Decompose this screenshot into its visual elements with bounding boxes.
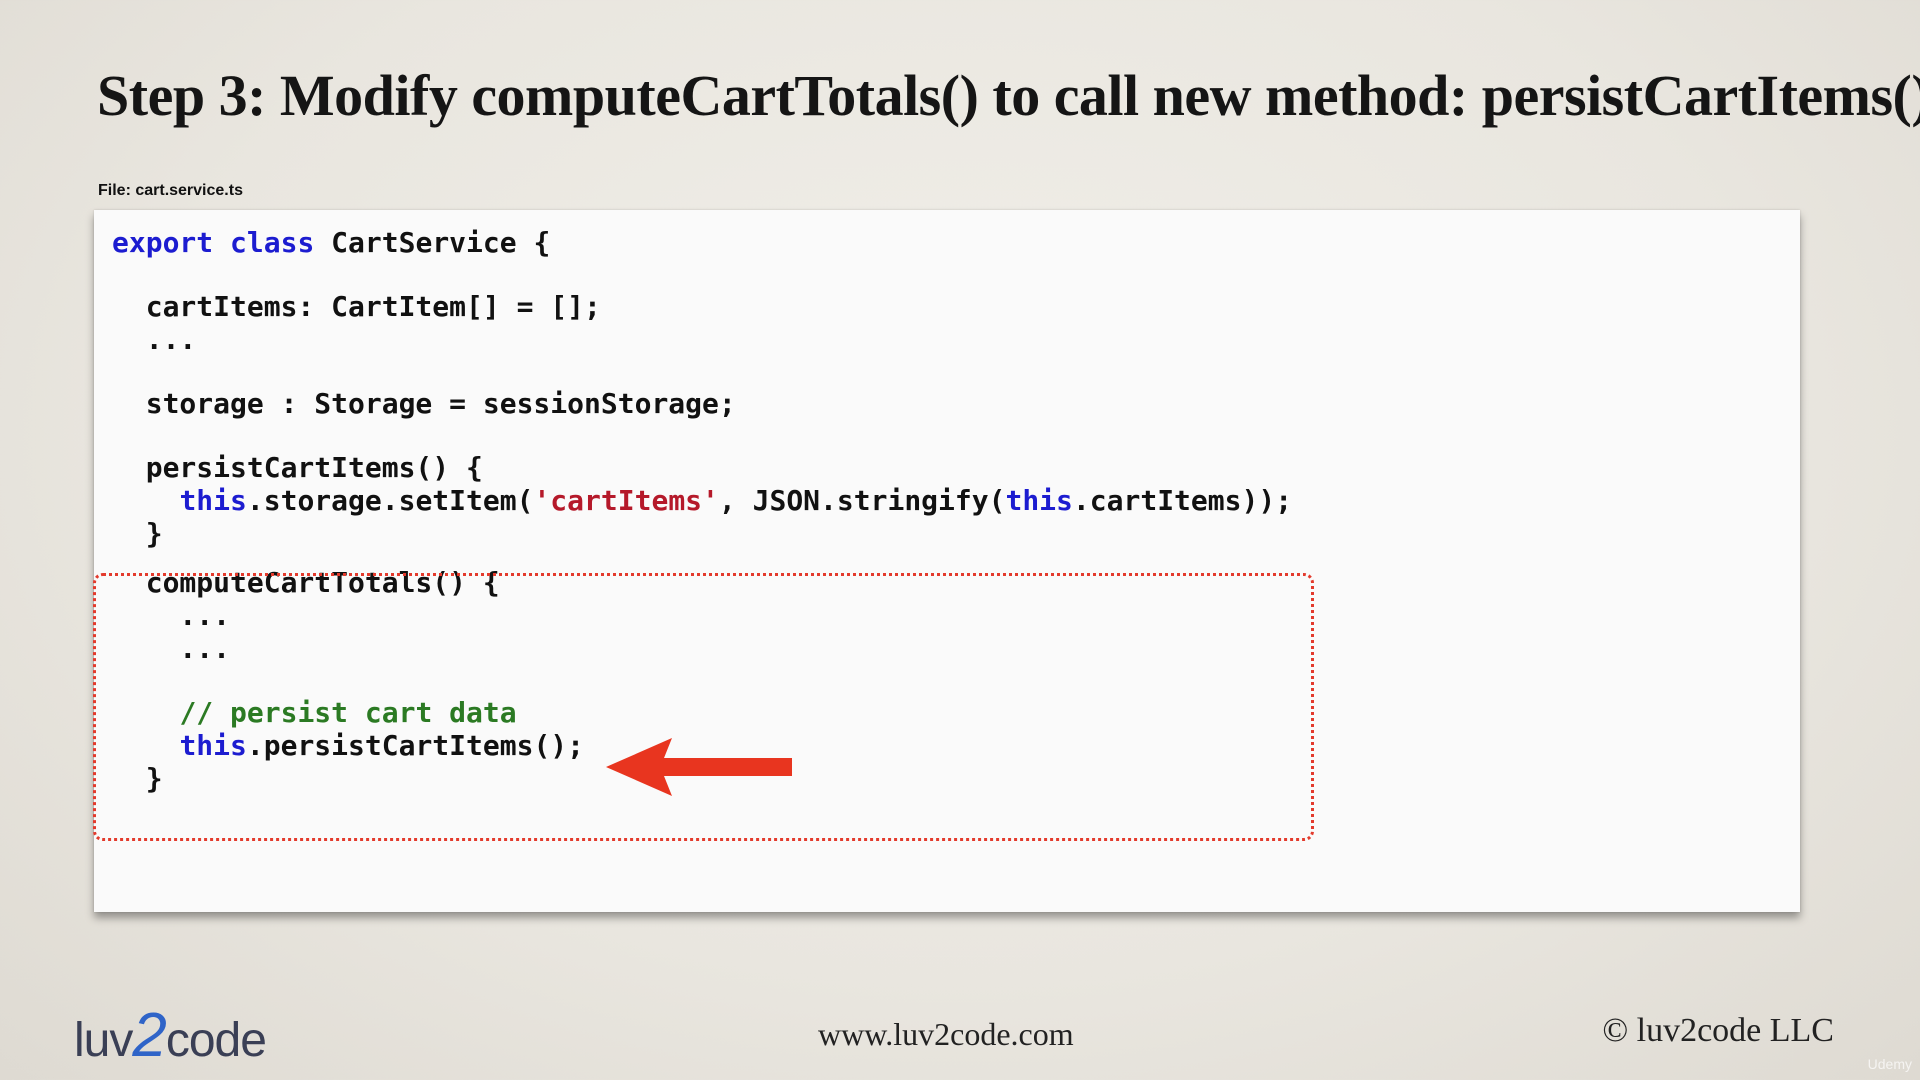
code-stringify-call: , JSON.stringify( <box>718 484 1006 517</box>
code-line-set-item: this.storage.setItem('cartItems', JSON.s… <box>112 484 1292 517</box>
slide-title: Step 3: Modify computeCartTotals() to ca… <box>97 63 1920 128</box>
luv2code-logo: luv2code <box>74 1000 267 1070</box>
keyword-this: this <box>179 484 247 517</box>
left-arrow-icon <box>606 738 792 796</box>
highlight-box <box>93 573 1314 841</box>
keyword-class: class <box>230 226 315 259</box>
code-cart-items-ref: .cartItems)); <box>1072 484 1293 517</box>
string-literal: 'cartItems' <box>533 484 719 517</box>
code-line-storage: storage : Storage = sessionStorage; <box>112 387 736 420</box>
logo-text-2: 2 <box>132 1001 166 1070</box>
website-url: www.luv2code.com <box>818 1016 1074 1052</box>
code-line-cart-items: cartItems: CartItem[] = []; <box>112 290 601 323</box>
copyright-text: © luv2code LLC <box>1602 1012 1834 1049</box>
file-label: File: cart.service.ts <box>98 182 243 199</box>
code-line-persist-method: persistCartItems() { <box>112 451 483 484</box>
logo-text-code: code <box>165 1014 267 1067</box>
code-line-close-brace: } <box>112 517 163 550</box>
code-set-item-call: .storage.setItem( <box>246 484 534 517</box>
code-line-class-declaration: export class CartService { <box>112 226 1292 259</box>
udemy-watermark: Udemy <box>1867 1056 1912 1072</box>
class-name: CartService { <box>314 226 551 259</box>
logo-text-luv: luv <box>74 1014 133 1067</box>
code-line-ellipsis: ... <box>112 323 197 356</box>
keyword-this: this <box>1005 484 1073 517</box>
keyword-export: export <box>112 226 214 259</box>
